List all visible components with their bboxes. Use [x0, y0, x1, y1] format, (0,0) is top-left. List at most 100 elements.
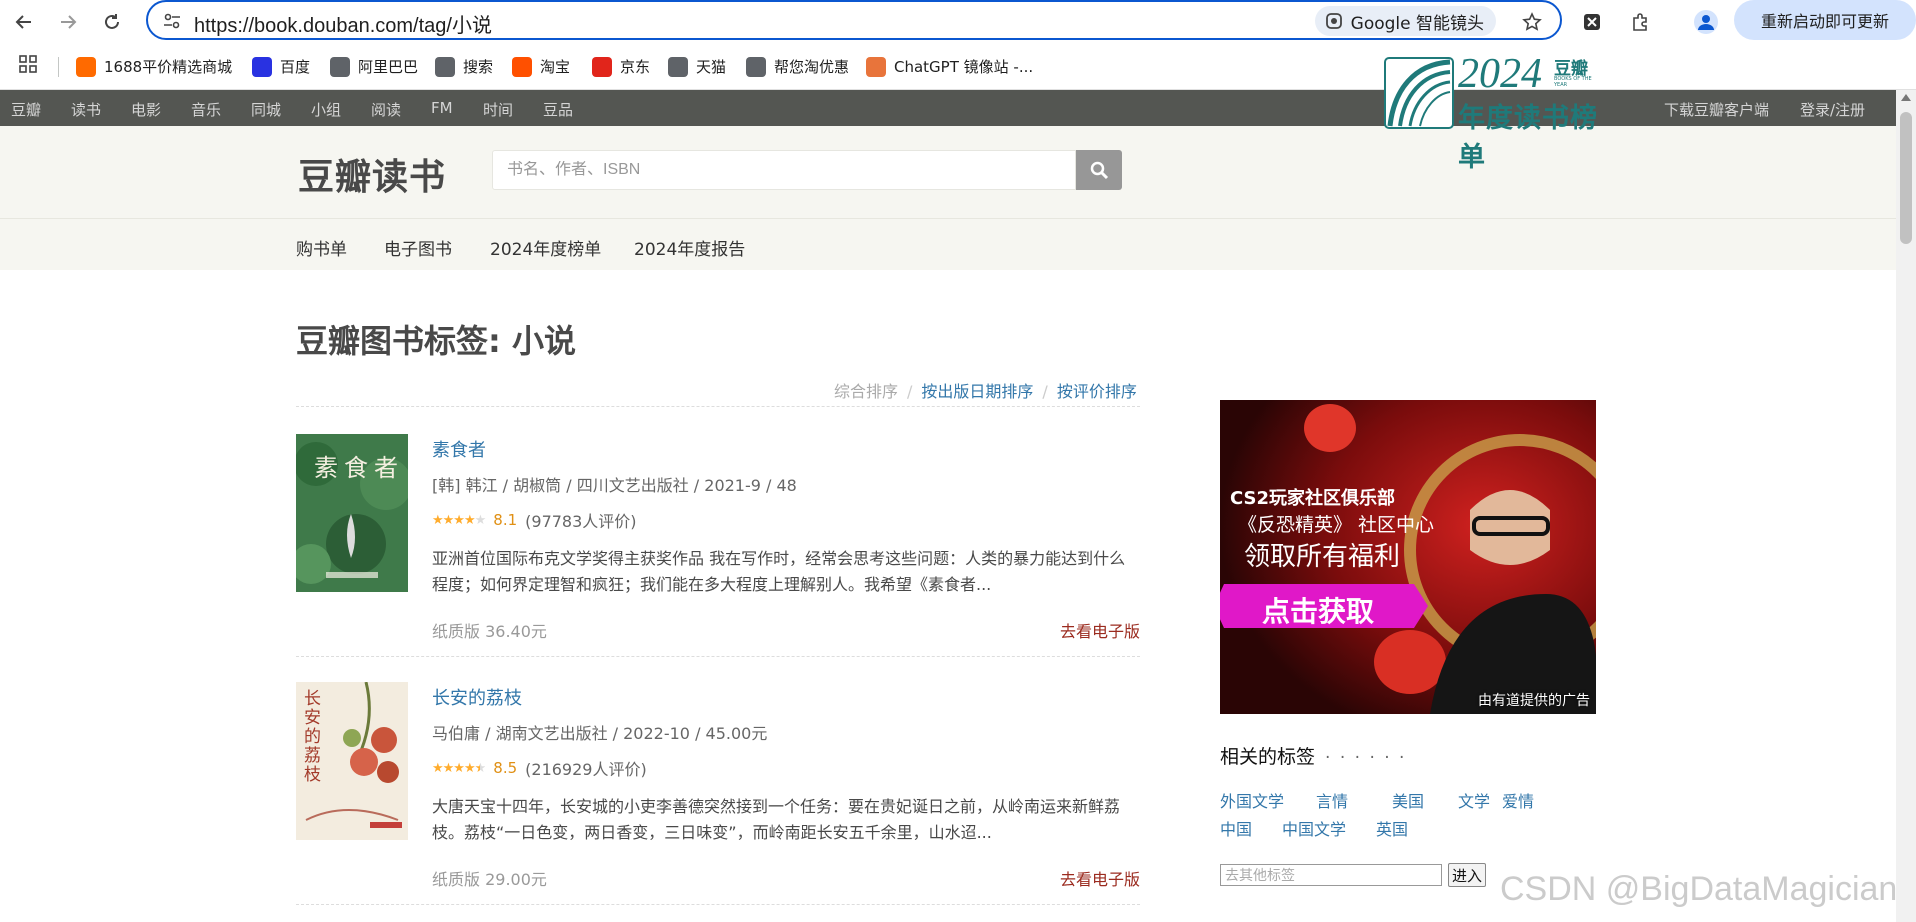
annual-books-badge[interactable]: 2024 豆瓣 BOOKS OF THE YEAR 年度读书榜单 [1384, 50, 1604, 173]
book-title-link[interactable]: 长安的荔枝 [432, 684, 522, 710]
bookmark-favicon-icon [592, 56, 612, 77]
sort-default[interactable]: 综合排序 [834, 382, 898, 401]
global-nav-item[interactable]: 阅读 [371, 99, 401, 120]
douban-book-logo[interactable]: 豆瓣读书 [298, 148, 446, 200]
url-text[interactable]: https://book.douban.com/tag/小说 [194, 9, 492, 38]
book-price: 纸质版 29.00元 [432, 870, 547, 889]
subnav-item[interactable]: 2024年度报告 [634, 235, 745, 260]
global-nav-item[interactable]: 读书 [71, 99, 101, 120]
search-icon [1090, 161, 1109, 180]
book-description: 亚洲首位国际布克文学奖得主获奖作品 我在写作时，经常会思考这些问题：人类的暴力能… [432, 549, 1126, 594]
reload-button[interactable] [96, 6, 128, 38]
x-extension-icon [1584, 14, 1600, 30]
book-cover[interactable]: 长安的荔枝 [296, 682, 408, 840]
bookmark-star-button[interactable] [1518, 8, 1546, 36]
book-cover[interactable]: 素食者 [296, 434, 408, 592]
tag-go-button[interactable]: 进入 [1448, 863, 1486, 887]
extensions-menu-button[interactable] [1624, 6, 1656, 38]
bookmark-label: 1688平价精选商城 [104, 58, 233, 76]
global-nav-item[interactable]: 时间 [483, 99, 513, 120]
back-button[interactable] [8, 6, 40, 38]
update-button[interactable]: 重新启动即可更新 [1734, 0, 1916, 40]
book-title-link[interactable]: 素食者 [432, 436, 486, 462]
update-label: 重新启动即可更新 [1760, 12, 1889, 31]
divider [296, 904, 1140, 905]
address-bar[interactable]: https://book.douban.com/tag/小说 Google 智能… [146, 0, 1562, 40]
bookmark-favicon-icon [512, 56, 532, 77]
rating-votes: (216929人评价) [525, 760, 647, 779]
bookmark-favicon-icon [252, 56, 272, 77]
ebook-link[interactable]: 去看电子版 [1060, 866, 1140, 890]
tag-link[interactable]: 言情 [1316, 788, 1348, 812]
tag-link[interactable]: 美国 [1392, 788, 1424, 812]
sort-by-rating-link[interactable]: 按评价排序 [1057, 382, 1137, 401]
site-settings-icon[interactable] [162, 11, 182, 31]
cover-title: 长安的荔枝 [304, 689, 321, 785]
global-nav-item[interactable]: FM [431, 99, 453, 117]
bookmark-item[interactable]: 1688平价精选商城 [76, 56, 232, 77]
global-nav-item[interactable]: 电影 [131, 99, 161, 120]
apps-grid-icon [19, 55, 37, 73]
bookmark-item[interactable]: 搜索 [435, 56, 493, 77]
rating-score: 8.1 [493, 511, 518, 529]
advertisement-banner[interactable]: CS2玩家社区俱乐部 《反恐精英》 社区中心 领取所有福利 点击获取 由有道提供… [1220, 400, 1596, 714]
bookmark-item[interactable]: ChatGPT 镜像站 -... [866, 56, 1033, 77]
bookmark-label: 淘宝 [540, 58, 571, 76]
bookmarks-bar: 1688平价精选商城 百度 阿里巴巴 搜索 淘宝 京东 天猫 帮您淘优惠 ChatGPT 镜像站… [0, 44, 1916, 90]
login-link[interactable]: 登录/注册 [1800, 99, 1865, 120]
related-tags-title: 相关的标签 · · · · · · [1220, 742, 1406, 769]
google-lens-button[interactable]: Google 智能镜头 [1314, 6, 1496, 36]
browser-toolbar: https://book.douban.com/tag/小说 Google 智能… [0, 0, 1916, 44]
scroll-up-arrow[interactable] [1901, 94, 1911, 101]
badge-year: 2024 [1458, 51, 1542, 97]
global-nav-item[interactable]: 音乐 [191, 99, 221, 120]
other-tag-input[interactable] [1220, 864, 1442, 886]
sub-nav: 购书单 电子图书 2024年度榜单 2024年度报告 [0, 218, 1896, 270]
global-nav-item[interactable]: 同城 [251, 99, 281, 120]
bookmark-item[interactable]: 京东 [592, 56, 650, 77]
scroll-thumb[interactable] [1900, 112, 1912, 244]
book-price: 纸质版 36.40元 [432, 622, 547, 641]
ad-line3: 领取所有福利 [1244, 542, 1401, 572]
ad-cta[interactable]: 点击获取 [1262, 590, 1374, 630]
douban-global-nav: 豆瓣 读书 电影 音乐 同城 小组 阅读 FM 时间 豆品 下载豆瓣客户端 登录/注册 [0, 90, 1896, 126]
bookmark-label: ChatGPT 镜像站 -... [894, 58, 1034, 76]
forward-button[interactable] [52, 6, 84, 38]
rating-stars: ★★★★★ [432, 760, 486, 776]
book-item: 素食者 素食者 [韩] 韩江 / 胡椒筒 / 四川文艺出版社 / 2021-9 … [296, 434, 1140, 656]
extension-button[interactable] [1576, 6, 1608, 38]
global-nav-item[interactable]: 豆瓣 [11, 99, 41, 120]
search-button[interactable] [1076, 150, 1122, 190]
bookmark-favicon-icon [330, 56, 350, 77]
download-app-link[interactable]: 下载豆瓣客户端 [1664, 99, 1769, 120]
subnav-item[interactable]: 购书单 [296, 235, 347, 260]
tag-link[interactable]: 中国 [1220, 816, 1252, 840]
bookmark-item[interactable]: 淘宝 [512, 56, 570, 77]
tag-link[interactable]: 英国 [1376, 816, 1408, 840]
bookmarks-divider [58, 57, 59, 77]
bookmark-item[interactable]: 百度 [252, 56, 310, 77]
bookmark-item[interactable]: 帮您淘优惠 [746, 56, 849, 77]
rating-stars: ★★★★★ [432, 512, 486, 528]
ebook-link[interactable]: 去看电子版 [1060, 618, 1140, 642]
tag-link[interactable]: 外国文学 [1220, 788, 1284, 812]
apps-button[interactable] [18, 54, 38, 74]
page-scrollbar[interactable] [1896, 90, 1916, 922]
bookmark-item[interactable]: 天猫 [668, 56, 726, 77]
lens-label: Google 智能镜头 [1350, 13, 1484, 34]
subnav-item[interactable]: 电子图书 [384, 235, 452, 260]
sort-by-date-link[interactable]: 按出版日期排序 [921, 382, 1033, 401]
global-nav-item[interactable]: 小组 [311, 99, 341, 120]
global-nav-item[interactable]: 豆品 [543, 99, 573, 120]
tag-link[interactable]: 爱情 [1502, 788, 1534, 812]
tag-link[interactable]: 中国文学 [1282, 816, 1346, 840]
reload-icon [105, 14, 119, 29]
subnav-item[interactable]: 2024年度榜单 [490, 235, 601, 260]
tag-link[interactable]: 文学 [1458, 788, 1490, 812]
ad-line1: CS2玩家社区俱乐部 [1230, 488, 1396, 509]
arrow-right-icon [61, 15, 77, 29]
search-input[interactable] [507, 161, 1047, 179]
bookmark-item[interactable]: 阿里巴巴 [330, 56, 418, 77]
profile-button[interactable] [1690, 6, 1722, 38]
bookmark-favicon-icon [435, 56, 455, 77]
